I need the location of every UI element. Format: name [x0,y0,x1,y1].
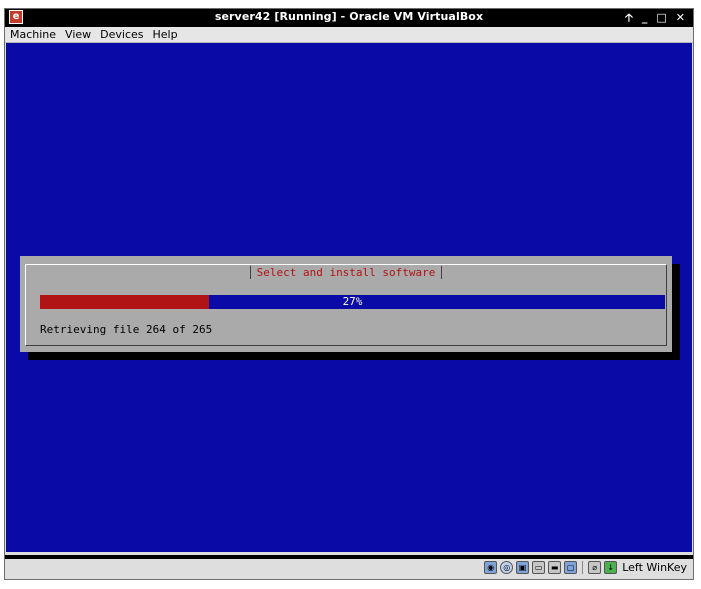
window-title: server42 [Running] - Oracle VM VirtualBo… [214,10,484,23]
virtualbox-window: e server42 [Running] - Oracle VM Virtual… [4,8,694,580]
title-bar[interactable]: e server42 [Running] - Oracle VM Virtual… [5,9,693,27]
host-key-icon[interactable]: ↓ [604,561,618,574]
menu-view[interactable]: View [65,27,91,42]
status-bar: ◉ ◎ ▣ ▭ ▬ ▢ ⌀ ↓ Left WinKey [5,555,693,579]
harddisk-icon[interactable]: ◉ [484,561,498,574]
progress-label: 27% [342,295,363,308]
mouse-integration-icon[interactable]: ⌀ [588,561,602,574]
progress-bar: 27% [40,295,665,309]
maximize-button[interactable]: □ [656,9,666,27]
dialog-frame: Select and install software 27% Retrievi… [25,264,667,346]
host-key-label: Left WinKey [622,561,687,574]
pin-icon[interactable]: 🡡 [625,9,633,27]
network-icon[interactable]: ▣ [516,561,530,574]
dialog-title-text: Select and install software [249,266,443,279]
display-icon[interactable]: ▬ [548,561,562,574]
close-button[interactable]: ✕ [676,9,685,27]
install-dialog: Select and install software 27% Retrievi… [20,256,672,352]
capture-icon[interactable]: ▢ [564,561,578,574]
optical-drive-icon[interactable]: ◎ [500,561,514,574]
minimize-button[interactable]: _ [642,9,648,27]
status-separator [582,561,584,574]
menu-help[interactable]: Help [153,27,178,42]
status-message: Retrieving file 264 of 265 [40,323,213,336]
status-icons: ◉ ◎ ▣ ▭ ▬ ▢ ⌀ ↓ Left WinKey [484,561,687,574]
vm-screen[interactable]: Select and install software 27% Retrievi… [6,43,692,552]
menu-devices[interactable]: Devices [100,27,143,42]
shared-folders-icon[interactable]: ▭ [532,561,546,574]
window-controls: 🡡 _ □ ✕ [625,9,685,27]
menu-bar: Machine View Devices Help [5,27,693,43]
menu-machine[interactable]: Machine [10,27,56,42]
dialog-title: Select and install software [26,266,666,280]
